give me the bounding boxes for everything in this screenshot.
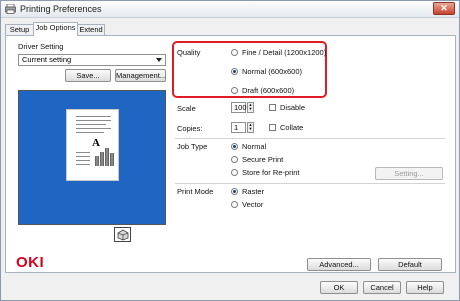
- preview-text-line: [76, 116, 111, 117]
- ok-button[interactable]: OK: [320, 281, 358, 294]
- preview-text-line: [76, 152, 90, 153]
- preview-bar: [110, 153, 114, 166]
- scale-spinner[interactable]: ▲ ▼: [247, 102, 254, 113]
- preview-bar: [100, 152, 104, 166]
- copies-spinner[interactable]: ▲ ▼: [247, 122, 254, 133]
- tab-extend[interactable]: Extend: [77, 24, 105, 35]
- preview-text-line: [76, 128, 111, 129]
- preview-bar: [105, 148, 109, 166]
- title-bar: Printing Preferences ✕: [1, 1, 459, 18]
- preview-bar: [95, 156, 99, 166]
- job-type-store-radio[interactable]: [231, 169, 238, 176]
- print-mode-label: Print Mode: [177, 187, 214, 196]
- driver-setting-select[interactable]: Current setting: [18, 54, 166, 66]
- setting-button[interactable]: Setting...: [375, 167, 443, 180]
- print-mode-vector-label: Vector: [242, 200, 264, 209]
- close-icon: ✕: [440, 3, 448, 13]
- preview-letter: A: [92, 137, 100, 149]
- default-button[interactable]: Default: [378, 258, 442, 271]
- quality-fine-radio[interactable]: [231, 49, 238, 56]
- print-mode-raster-label: Raster: [242, 187, 265, 196]
- help-button[interactable]: Help: [406, 281, 444, 294]
- print-mode-raster-radio[interactable]: [231, 188, 238, 195]
- page-preview: A: [18, 90, 166, 225]
- job-type-normal-radio[interactable]: [231, 143, 238, 150]
- print-mode-vector-radio[interactable]: [231, 201, 238, 208]
- save-button[interactable]: Save...: [65, 69, 111, 82]
- job-type-label: Job Type: [177, 142, 208, 151]
- scale-disable-label: Disable: [280, 103, 306, 112]
- quality-normal-label: Normal (600x600): [242, 67, 303, 76]
- copies-input[interactable]: 1: [231, 122, 246, 133]
- quality-draft-radio[interactable]: [231, 87, 238, 94]
- printing-preferences-window: Printing Preferences ✕ Setup Job Options…: [0, 0, 460, 301]
- printer-app-icon: [5, 4, 16, 14]
- job-type-secure-label: Secure Print: [242, 155, 284, 164]
- scale-label: Scale: [177, 104, 196, 113]
- preview-text-line: [76, 132, 104, 133]
- scale-disable-checkbox[interactable]: [269, 104, 276, 111]
- close-button[interactable]: ✕: [433, 2, 455, 15]
- job-type-secure-radio[interactable]: [231, 156, 238, 163]
- job-type-normal-label: Normal: [242, 142, 267, 151]
- quality-fine-label: Fine / Detail (1200x1200): [242, 48, 327, 57]
- collate-label: Collate: [280, 123, 304, 132]
- quality-draft-label: Draft (600x600): [242, 86, 295, 95]
- preview-text-line: [76, 164, 90, 165]
- tab-job-options[interactable]: Job Options: [33, 22, 78, 36]
- copies-label: Copies:: [177, 124, 203, 133]
- advanced-button[interactable]: Advanced...: [307, 258, 371, 271]
- oki-logo: OKI: [16, 254, 45, 271]
- quality-normal-radio[interactable]: [231, 68, 238, 75]
- preview-page: A: [66, 109, 119, 181]
- cancel-button[interactable]: Cancel: [363, 281, 401, 294]
- management-button[interactable]: Management...: [115, 69, 166, 82]
- preview-text-line: [76, 120, 111, 121]
- window-title: Printing Preferences: [20, 4, 102, 14]
- job-type-store-label: Store for Re-print: [242, 168, 300, 177]
- scale-input[interactable]: 100: [231, 102, 247, 113]
- printer-preview-icon[interactable]: [114, 227, 131, 242]
- driver-setting-label: Driver Setting: [18, 42, 64, 51]
- driver-setting-value: Current setting: [22, 55, 72, 64]
- preview-text-line: [76, 156, 90, 157]
- preview-text-line: [76, 124, 106, 125]
- preview-text-line: [76, 160, 90, 161]
- chevron-down-icon: [156, 58, 162, 62]
- collate-checkbox[interactable]: [269, 124, 276, 131]
- divider: [175, 183, 445, 184]
- printer-icon: [117, 229, 129, 241]
- tab-setup[interactable]: Setup: [5, 24, 34, 35]
- divider: [175, 138, 445, 139]
- quality-label: Quality: [177, 48, 201, 57]
